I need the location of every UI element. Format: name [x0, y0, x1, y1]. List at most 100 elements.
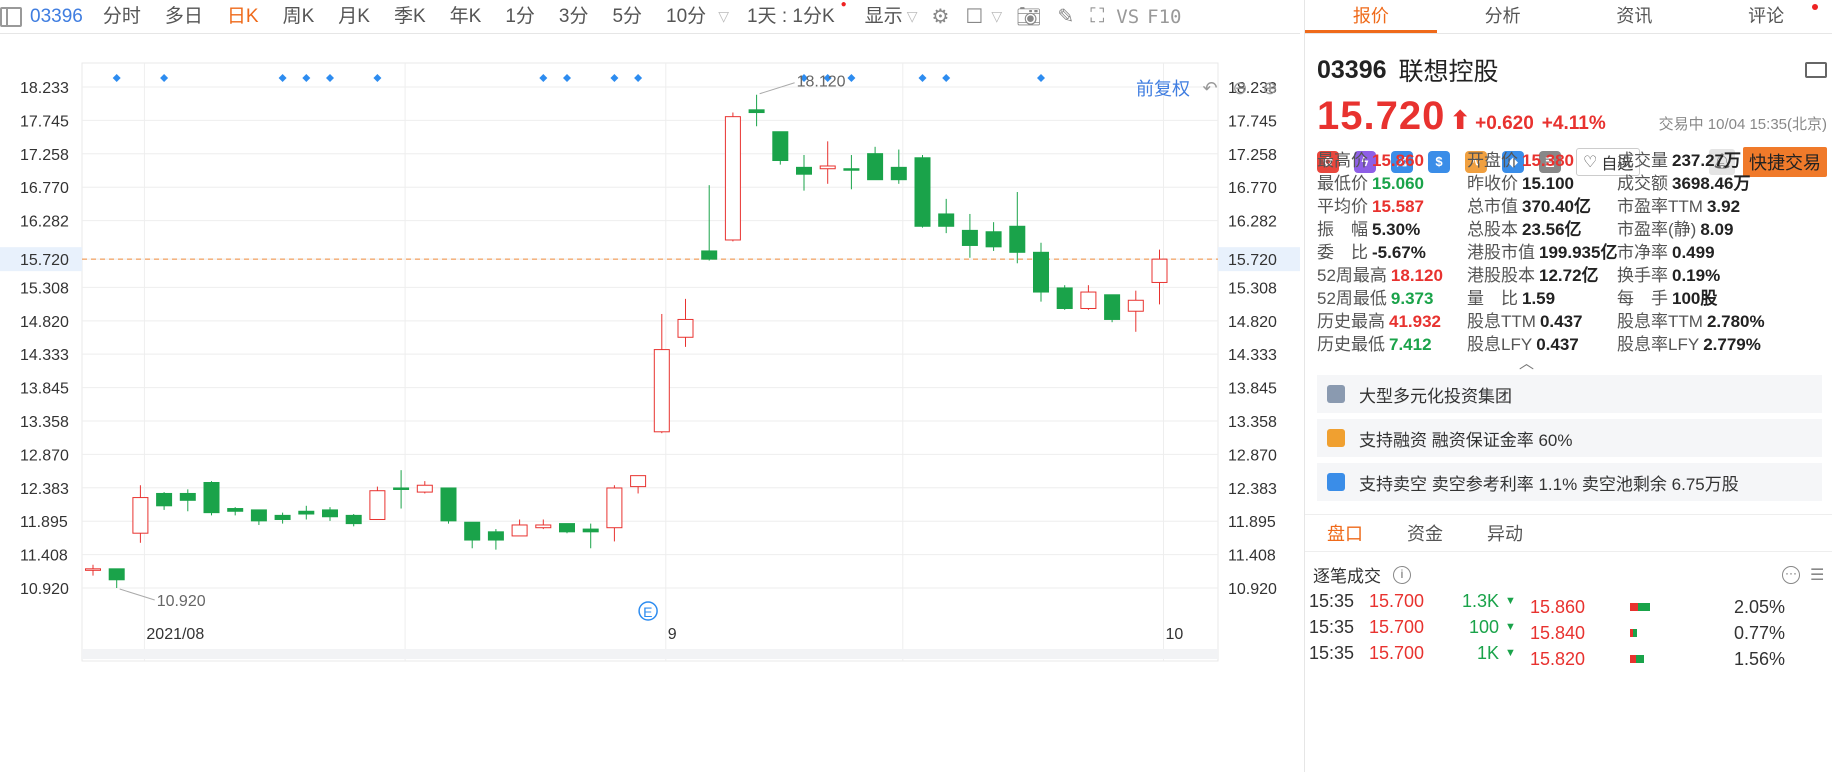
quote-value: 8.09 [1700, 220, 1734, 239]
period-tab[interactable]: 5分 [600, 0, 654, 34]
period-tab[interactable]: 多日 [153, 0, 215, 34]
trade-status: 交易中 10/04 15:35(北京) [1658, 116, 1827, 133]
trade-volume: 100 [1468, 616, 1499, 637]
quote-label: 开盘价 [1467, 151, 1518, 170]
depth-price: 15.820 [1530, 648, 1586, 669]
zoom-in-icon[interactable]: ⊕ [1260, 78, 1280, 99]
kline-canvas[interactable]: 18.233 18.23317.745 17.74517.258 17.25816.7… [0, 35, 1300, 772]
detail-tab[interactable]: 异动 [1465, 515, 1545, 551]
quote-item: 52周最高 18.120 [1317, 267, 1467, 285]
current-price-label-left: 15.720 [20, 252, 69, 269]
more-icon[interactable]: ··· [1782, 565, 1800, 584]
chevron-up-icon[interactable]: ︿ [1519, 352, 1534, 373]
candle-body [772, 131, 789, 162]
period-tab[interactable]: 10分 [654, 0, 718, 34]
last-price: 15.720 [1317, 94, 1446, 138]
y-tick-label-right: 16.770 [1228, 180, 1277, 197]
period-tab[interactable]: 周K [271, 0, 327, 34]
depth-row: 15.820 1.56% [1530, 646, 1830, 672]
quote-label: 最低价 [1317, 174, 1368, 193]
candle-body [85, 568, 101, 571]
min-annotation-label: 10.920 [157, 593, 206, 610]
period-tab[interactable]: 1分 [493, 0, 547, 34]
info-icon[interactable]: i [1393, 565, 1411, 584]
y-tick-label-right: 15.308 [1228, 280, 1277, 297]
info-card-text: 支持卖空 卖空参考利率 1.1% 卖空池剩余 6.75万股 [1359, 474, 1739, 494]
candle-body [985, 231, 1002, 248]
quote-label: 成交额 [1617, 174, 1668, 193]
period-tabs: 分时 多日 日K 周K 月K 季K 年K 1分 3分 5分 10分 [91, 0, 718, 34]
quote-item: 股息TTM 0.437 [1467, 313, 1617, 331]
kline-chart[interactable]: 18.233 18.233 17.745 17.745 17.258 17.258 16.7… [0, 35, 1300, 772]
panel-tab[interactable]: 评论 [1700, 0, 1832, 33]
period-tab[interactable]: 季K [382, 0, 438, 34]
stock-name-row: 03396 联想控股 [1317, 52, 1827, 88]
detail-tab[interactable]: 盘口 [1305, 515, 1385, 551]
square-icon[interactable]: ☐ [957, 4, 991, 29]
panel-tab[interactable]: 资讯 [1569, 0, 1701, 33]
panel-tab[interactable]: 分析 [1437, 0, 1569, 33]
quote-value: 370.40亿 [1522, 197, 1591, 216]
event-marker-icon [634, 74, 643, 82]
event-marker-icon [1037, 74, 1045, 82]
quote-value: -5.67% [1372, 243, 1426, 262]
interval-select[interactable]: 1天 : 1分K [735, 0, 847, 34]
settings-icon[interactable]: ⚙ [923, 4, 957, 29]
menu-icon[interactable] [1805, 62, 1827, 78]
period-tab[interactable]: 日K [215, 0, 271, 34]
quote-label: 历史最低 [1317, 335, 1385, 354]
quote-item: 股息率TTM 2.780% [1617, 313, 1827, 331]
info-card[interactable]: 支持卖空 卖空参考利率 1.1% 卖空池剩余 6.75万股 [1317, 463, 1822, 501]
quote-item: 历史最高 41.932 [1317, 313, 1467, 331]
candle-body [748, 109, 765, 114]
depth-percent: 2.05% [1733, 596, 1785, 617]
chevron-down-icon[interactable]: ▽ [907, 8, 924, 25]
undo-icon[interactable]: ↶ [1200, 78, 1220, 99]
price-adjust-select[interactable]: 前复权 [1136, 75, 1190, 101]
f10-button[interactable]: F10 [1143, 6, 1185, 28]
detail-tab[interactable]: 资金 [1385, 515, 1465, 551]
quote-value: 15.100 [1522, 174, 1574, 193]
fullscreen-icon[interactable]: ⛶ [1082, 5, 1112, 28]
y-tick-label-left: 10.920 [20, 581, 69, 598]
candle-body [961, 229, 978, 246]
quote-item: 每 手 100股 [1617, 290, 1827, 308]
quote-grid: 最高价 15.860 开盘价 15.380 成交量 237.27万 最低价 15.060 昨收价… [1317, 152, 1827, 354]
y-tick-label-right: 17.745 [1228, 113, 1277, 130]
short-icon [1327, 473, 1345, 491]
quote-label: 每 手 [1617, 289, 1668, 308]
camera-icon[interactable]: 📷︎ [1008, 4, 1049, 29]
zoom-out-icon[interactable]: ⊖ [1230, 78, 1250, 99]
stock-code-link[interactable]: 03396 [30, 6, 83, 28]
y-tick-label-right: 16.282 [1228, 214, 1277, 231]
quote-label: 市净率 [1617, 243, 1668, 262]
quote-item: 平均价 15.587 [1317, 198, 1467, 216]
trade-price: 15.700 [1369, 590, 1425, 611]
display-select[interactable]: 显示 [853, 0, 907, 34]
period-tab[interactable]: 3分 [547, 0, 601, 34]
period-tab[interactable]: 年K [438, 0, 494, 34]
chevron-down-icon[interactable]: ▽ [991, 8, 1008, 25]
quote-value: 15.860 [1372, 151, 1424, 170]
up-arrow-icon: ⬆ [1449, 105, 1472, 135]
chevron-down-icon[interactable]: ▽ [718, 8, 735, 25]
list-icon[interactable]: ☰ [1810, 565, 1828, 585]
pencil-icon[interactable]: ✎ [1050, 4, 1083, 29]
candle-body [132, 497, 149, 534]
period-tab[interactable]: 月K [326, 0, 382, 34]
quote-item: 52周最低 9.373 [1317, 290, 1467, 308]
panel-tabs: 报价 分析 资讯 评论 [1305, 0, 1832, 34]
event-marker-icon [539, 74, 548, 82]
info-card[interactable]: 支持融资 融资保证金率 60% [1317, 419, 1822, 457]
info-card[interactable]: 大型多元化投资集团 [1317, 375, 1822, 413]
quote-value: 15.060 [1372, 174, 1424, 193]
sidebar-toggle-icon[interactable] [0, 7, 22, 27]
trade-price: 15.700 [1369, 642, 1425, 663]
period-tab[interactable]: 分时 [91, 0, 153, 34]
vs-compare-button[interactable]: VS [1112, 6, 1143, 28]
quote-item: 量 比 1.59 [1467, 290, 1617, 308]
candle-body [582, 528, 599, 533]
quote-item: 最低价 15.060 [1317, 175, 1467, 193]
quote-label: 最高价 [1317, 151, 1368, 170]
panel-tab[interactable]: 报价 [1305, 0, 1437, 33]
